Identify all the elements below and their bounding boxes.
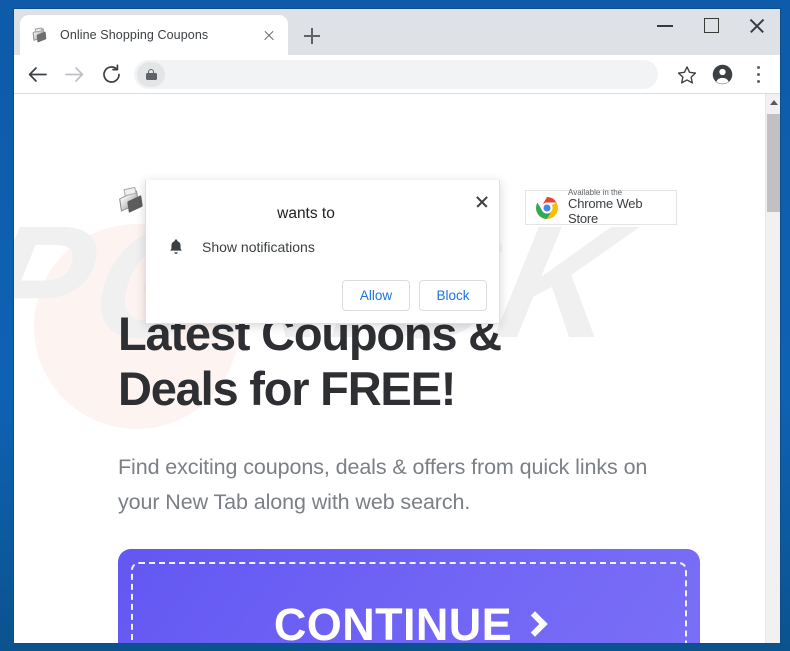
arrow-left-icon[interactable] [22,59,53,90]
close-icon[interactable] [471,191,493,213]
coupon-logo-icon [118,186,148,216]
continue-button[interactable]: CONTINUE [118,549,700,643]
continue-button-label-wrap: CONTINUE [273,599,548,643]
reload-icon[interactable] [96,59,127,90]
minimize-icon[interactable] [642,9,688,41]
popup-permission-row: Show notifications [168,238,315,256]
plus-icon[interactable] [298,22,326,50]
star-icon[interactable] [671,59,702,90]
lock-icon[interactable] [137,62,165,87]
scroll-up-arrow-icon[interactable] [766,94,780,111]
tab-title: Online Shopping Coupons [60,28,209,42]
allow-button[interactable]: Allow [342,280,410,311]
tab-strip: Online Shopping Coupons [14,9,780,55]
popup-permission-label: Show notifications [202,239,315,255]
arrow-right-icon [59,59,90,90]
popup-header: wants to [146,180,501,230]
page-subtitle: Find exciting coupons, deals & offers fr… [118,455,648,514]
close-icon[interactable] [258,24,280,46]
account-circle-icon[interactable] [707,59,738,90]
chrome-web-store-badge[interactable]: Available in the Chrome Web Store [525,188,677,227]
block-button[interactable]: Block [419,280,487,311]
coupon-icon [32,26,49,44]
heading-line-2: Deals for FREE! [118,361,456,415]
badge-line-2: Chrome Web Store [568,196,643,227]
bell-icon [168,238,184,256]
continue-button-label: CONTINUE [273,599,513,643]
page-scrollbar[interactable] [765,94,780,643]
notification-permission-dialog: wants to Show notifications Allow Block [145,180,500,324]
address-bar[interactable] [134,60,658,89]
desktop-background: Online Shopping Coupons Available in the… [0,0,790,651]
close-icon[interactable] [734,9,780,41]
chevron-right-icon [522,611,548,637]
popup-origin-text: wants to [277,205,335,222]
popup-actions: Allow Block [342,280,487,311]
three-dot-menu-icon[interactable] [743,59,774,90]
scrollbar-thumb[interactable] [767,114,780,212]
browser-window: Online Shopping Coupons Available in the… [14,9,780,643]
page-content: PCRISK Availab [14,94,765,643]
maximize-icon[interactable] [688,9,734,41]
page-viewport: PCRISK Availab [14,94,780,643]
chrome-logo-icon [534,195,560,221]
browser-toolbar [14,55,780,94]
browser-tab[interactable]: Online Shopping Coupons [20,15,288,55]
